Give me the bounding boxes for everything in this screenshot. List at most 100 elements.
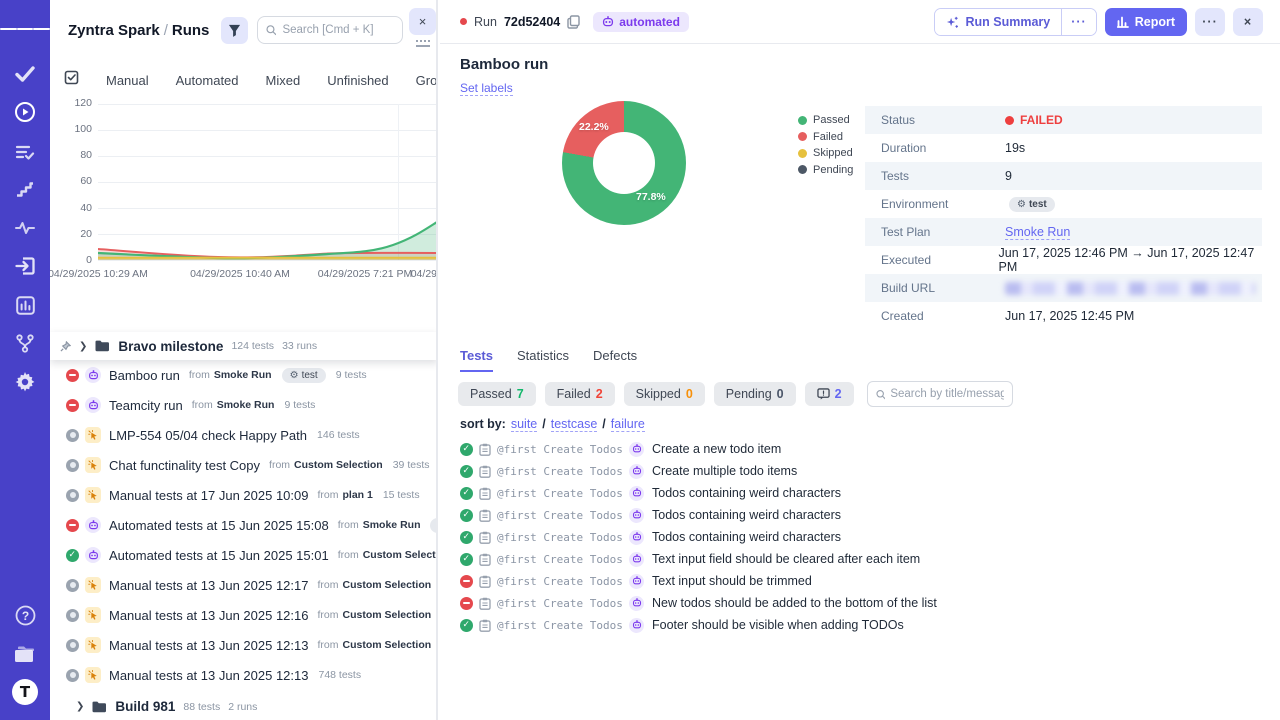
test-list-item[interactable]: @first Create Todos... Create a new todo… [440, 438, 1280, 460]
chevron-right-icon[interactable]: ❯ [79, 341, 87, 352]
environment-badge[interactable]: ⚙test [282, 368, 326, 383]
import-icon[interactable] [0, 253, 50, 279]
test-filter-pill[interactable]: Skipped 0 [624, 382, 705, 406]
test-list-item[interactable]: @first Create Todos... Create multiple t… [440, 460, 1280, 482]
run-summary-more-button[interactable]: ··· [1061, 9, 1096, 35]
panel-close-button[interactable]: × [409, 8, 436, 35]
test-name[interactable]: Create a new todo item [652, 442, 781, 456]
tab-defects[interactable]: Defects [593, 348, 637, 372]
activity-icon[interactable] [0, 215, 50, 241]
test-suite[interactable]: @first Create Todos... [497, 443, 623, 456]
run-list-item[interactable]: Manual tests at 13 Jun 2025 12:17 from C… [50, 570, 438, 600]
play-circle-icon[interactable] [0, 99, 50, 125]
runs-history-chart[interactable] [98, 104, 437, 261]
run-list-item[interactable]: Manual tests at 17 Jun 2025 10:09 from p… [50, 480, 438, 510]
bar-chart-icon[interactable] [0, 292, 50, 318]
filter-button[interactable] [221, 17, 248, 44]
test-list-item[interactable]: @first Create Todos... New todos should … [440, 592, 1280, 614]
test-name[interactable]: Create multiple todo items [652, 464, 797, 478]
tab-tests[interactable]: Tests [460, 348, 493, 372]
project-name[interactable]: Zyntra Spark [68, 22, 160, 39]
test-filter-pill[interactable]: Pending 0 [714, 382, 796, 406]
run-filter-tab[interactable]: Groups [416, 73, 438, 88]
close-run-button[interactable]: × [1233, 8, 1263, 36]
test-search[interactable] [867, 381, 1013, 407]
test-list-item[interactable]: @first Create Todos... Todos containing … [440, 482, 1280, 504]
run-list-item[interactable]: LMP-554 05/04 check Happy Path from ⚙ 14… [50, 420, 438, 450]
sort-by-testcase[interactable]: testcase [551, 417, 598, 432]
run-filter-tab[interactable]: Mixed [266, 73, 301, 88]
folder-row[interactable]: ❯ Build 981 88 tests 2 runs [50, 693, 438, 720]
menu-icon[interactable] [0, 16, 50, 42]
run-list-item[interactable]: Teamcity run from Smoke Run ⚙ 9 tests [50, 390, 438, 420]
test-list-item[interactable]: @first Create Todos... Text input should… [440, 570, 1280, 592]
run-list-item[interactable]: Automated tests at 15 Jun 2025 15:01 fro… [50, 540, 438, 570]
sort-by-failure[interactable]: failure [611, 417, 645, 432]
test-name[interactable]: New todos should be added to the bottom … [652, 596, 937, 610]
run-list-item[interactable]: Bamboo run from Smoke Run ⚙test 9 tests [50, 360, 438, 390]
run-summary-button[interactable]: Run Summary [935, 9, 1061, 35]
test-suite[interactable]: @first Create Todos... [497, 597, 623, 610]
run-filter-tab[interactable]: Automated [176, 73, 239, 88]
check-icon[interactable] [0, 61, 50, 87]
run-list-item[interactable]: Manual tests at 13 Jun 2025 12:16 from C… [50, 600, 438, 630]
test-name[interactable]: Text input should be trimmed [652, 574, 812, 588]
test-list-item[interactable]: @first Create Todos... Footer should be … [440, 614, 1280, 636]
run-list-item[interactable]: Manual tests at 13 Jun 2025 12:13 from ⚙… [50, 660, 438, 690]
report-button[interactable]: Report [1105, 8, 1187, 36]
test-name[interactable]: Todos containing weird characters [652, 486, 841, 500]
run-list-item[interactable]: Automated tests at 15 Jun 2025 15:08 fro… [50, 510, 438, 540]
donut-chart[interactable]: 22.2% 77.8% [562, 101, 686, 225]
run-list-item[interactable]: Chat functinality test Copy from Custom … [50, 450, 438, 480]
test-name[interactable]: Text input field should be cleared after… [652, 552, 920, 566]
run-filter-tab[interactable]: Unfinished [327, 73, 388, 88]
sort-by-suite[interactable]: suite [511, 417, 537, 432]
list-check-icon[interactable] [0, 139, 50, 165]
panel-collapse-icon[interactable] [416, 40, 430, 47]
test-list-item[interactable]: @first Create Todos... Text input field … [440, 548, 1280, 570]
tab-statistics[interactable]: Statistics [517, 348, 569, 372]
test-suite[interactable]: @first Create Todos... [497, 509, 623, 522]
legend-item[interactable]: Failed [798, 131, 853, 143]
more-actions-button[interactable]: ··· [1195, 8, 1225, 36]
run-list-item[interactable]: Manual tests at 13 Jun 2025 12:13 from C… [50, 630, 438, 660]
projects-folder-icon[interactable] [0, 641, 50, 667]
test-filter-pill[interactable]: Passed 7 [458, 382, 536, 406]
test-suite[interactable]: @first Create Todos... [497, 531, 623, 544]
app-logo[interactable]: T [0, 679, 50, 705]
build-url-redacted[interactable] [1005, 282, 1255, 295]
gear-icon[interactable] [0, 369, 50, 395]
test-suite[interactable]: @first Create Todos... [497, 575, 623, 588]
comments-filter-pill[interactable]: 2 [805, 382, 854, 406]
test-search-input[interactable] [890, 388, 1003, 400]
test-plan-link[interactable]: Smoke Run [1005, 225, 1070, 240]
environment-badge[interactable]: ⚙test [430, 518, 438, 533]
test-name[interactable]: Todos containing weird characters [652, 508, 841, 522]
test-name[interactable]: Todos containing weird characters [652, 530, 841, 544]
runs-search-input[interactable] [282, 24, 394, 36]
help-circle-icon[interactable]: ? [0, 602, 50, 628]
legend-item[interactable]: Skipped [798, 147, 853, 159]
test-suite[interactable]: @first Create Todos... [497, 465, 623, 478]
select-checkbox-icon[interactable] [64, 70, 79, 90]
milestone-row[interactable]: ❯ Bravo milestone 124 tests 33 runs [50, 332, 438, 360]
automated-badge[interactable]: automated [593, 12, 689, 32]
test-suite[interactable]: @first Create Todos... [497, 619, 623, 632]
branch-icon[interactable] [0, 330, 50, 356]
detail-tabs: Tests Statistics Defects [460, 348, 637, 372]
test-list-item[interactable]: @first Create Todos... Todos containing … [440, 504, 1280, 526]
steps-icon[interactable] [0, 176, 50, 202]
copy-icon[interactable] [567, 15, 580, 29]
test-name[interactable]: Footer should be visible when adding TOD… [652, 618, 904, 632]
test-suite[interactable]: @first Create Todos... [497, 553, 623, 566]
run-filter-tab[interactable]: Manual [106, 73, 149, 88]
runs-search[interactable] [257, 16, 403, 44]
environment-badge[interactable]: ⚙test [1009, 197, 1055, 212]
set-labels-link[interactable]: Set labels [460, 81, 513, 96]
test-list-item[interactable]: @first Create Todos... Todos containing … [440, 526, 1280, 548]
test-suite[interactable]: @first Create Todos... [497, 487, 623, 500]
legend-item[interactable]: Pending [798, 164, 853, 176]
chevron-right-icon[interactable]: ❯ [76, 701, 84, 712]
legend-item[interactable]: Passed [798, 114, 853, 126]
test-filter-pill[interactable]: Failed 2 [545, 382, 615, 406]
